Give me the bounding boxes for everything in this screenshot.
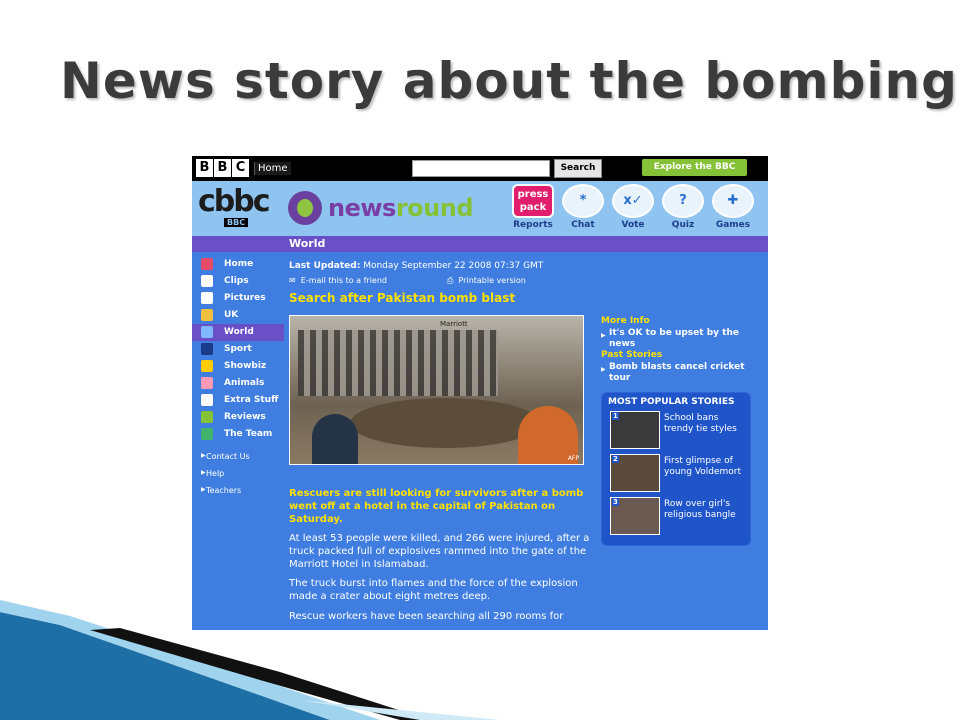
star-icon [201, 360, 213, 372]
sidebar-item-world[interactable]: World [192, 324, 284, 341]
search-button[interactable]: Search [554, 159, 602, 178]
article-paragraph: At least 53 people were killed, and 266 … [289, 533, 590, 570]
section-title: World [289, 237, 326, 250]
article-tools: ✉ E-mail this to a friend ⎙ Printable ve… [289, 276, 599, 287]
cbbc-logo[interactable]: cbbc BBC [198, 184, 271, 230]
article-paragraph: The truck burst into flames and the forc… [289, 578, 578, 602]
explore-bbc-button[interactable]: Explore the BBC [642, 159, 747, 176]
article-headline: Search after Pakistan bomb blast [289, 291, 516, 305]
sidebar-item-showbiz[interactable]: Showbiz [192, 358, 284, 375]
nav-chat[interactable]: * Chat [560, 184, 606, 230]
clips-icon [201, 275, 213, 287]
popular-story[interactable]: 3 Row over girl's religious bangle [610, 497, 750, 535]
arrow-right-icon: ▶ [601, 366, 606, 373]
bbc-logo-letter: B [196, 159, 213, 177]
arrow-right-icon: ▶ [201, 469, 206, 476]
more-info-heading: More Info [601, 316, 650, 326]
story-title: School bans trendy tie styles [664, 413, 737, 434]
popular-story[interactable]: 2 First glimpse of young Voldemort [610, 454, 750, 492]
article: Last Updated: Monday September 22 2008 0… [289, 261, 599, 622]
sidebar-item-pictures[interactable]: Pictures [192, 290, 284, 307]
games-icon: ✚ [712, 184, 754, 218]
slide-title: News story about the bombing [60, 52, 958, 110]
bbc-newsround-screenshot: B B C Home Search Explore the BBC cbbc B… [192, 156, 768, 630]
sidebar-item-animals[interactable]: Animals [192, 375, 284, 392]
email-link[interactable]: ✉ E-mail this to a friend [289, 276, 387, 285]
rescuer-figure [312, 414, 358, 464]
arrow-right-icon: ▶ [601, 332, 606, 339]
bomb-crater [350, 398, 540, 448]
newsround-wordmark[interactable]: newsround [328, 194, 474, 222]
arrow-right-icon: ▶ [201, 452, 206, 459]
story-title: First glimpse of young Voldemort [664, 456, 742, 477]
hotel-sign: Marriott [440, 320, 468, 328]
nav-label: Reports [513, 220, 553, 230]
story-thumbnail: 2 [610, 454, 660, 492]
past-stories-link[interactable]: ▶ Bomb blasts cancel cricket tour [601, 362, 756, 384]
vote-icon: x✓ [612, 184, 654, 218]
sidebar-item-sport[interactable]: Sport [192, 341, 284, 358]
sidebar-nav: Home Clips Pictures UK World Sport Showb… [192, 256, 284, 500]
sidebar-item-the-team[interactable]: The Team [192, 426, 284, 443]
cbbc-logo-sub: BBC [224, 218, 249, 227]
nav-vote[interactable]: x✓ Vote [610, 184, 656, 230]
sidebar-item-reviews[interactable]: Reviews [192, 409, 284, 426]
quiz-icon: ? [662, 184, 704, 218]
most-popular-title: MOST POPULAR STORIES [608, 397, 735, 407]
uk-icon [201, 309, 213, 321]
nav-label: Vote [621, 220, 645, 230]
most-popular-box: MOST POPULAR STORIES 1 School bans trend… [601, 392, 751, 546]
sport-icon [201, 343, 213, 355]
story-thumbnail: 3 [610, 497, 660, 535]
last-updated: Last Updated: Monday September 22 2008 0… [289, 261, 544, 271]
nav-games[interactable]: ✚ Games [710, 184, 756, 230]
sidebar-link-contact[interactable]: ▶ Contact Us [192, 449, 284, 466]
story-title: Row over girl's religious bangle [664, 499, 736, 520]
bbc-logo-letter: C [232, 159, 249, 177]
sidebar-link-help[interactable]: ▶ Help [192, 466, 284, 483]
nav-label: Quiz [671, 220, 695, 230]
sidebar-item-home[interactable]: Home [192, 256, 284, 273]
cbbc-logo-text: cbbc [198, 184, 271, 219]
nav-reports[interactable]: press pack Reports [510, 184, 556, 230]
newsround-header: cbbc BBC newsround press pack Reports * … [192, 181, 768, 236]
bbc-home-link[interactable]: Home [254, 162, 291, 175]
nav-label: Games [715, 220, 751, 230]
header-nav: press pack Reports * Chat x✓ Vote ? Quiz… [510, 184, 756, 230]
arrow-right-icon: ▶ [201, 486, 206, 493]
related-links: More Info ▶ It's OK to be upset by the ne… [601, 316, 756, 384]
sidebar-item-clips[interactable]: Clips [192, 273, 284, 290]
sidebar-item-uk[interactable]: UK [192, 307, 284, 324]
past-stories-heading: Past Stories [601, 350, 663, 360]
bbc-top-bar: B B C Home Search Explore the BBC [192, 156, 768, 181]
nav-label: Chat [571, 220, 595, 230]
globe-icon [201, 326, 213, 338]
bbc-logo[interactable]: B B C [196, 159, 249, 177]
nav-quiz[interactable]: ? Quiz [660, 184, 706, 230]
article-paragraph: Rescue workers have been searching all 2… [289, 611, 564, 622]
newsround-logo-icon [288, 191, 322, 225]
press-pack-icon: press pack [512, 184, 554, 218]
hotel-building [298, 330, 498, 396]
reviews-icon [201, 411, 213, 423]
search-input[interactable] [412, 160, 550, 177]
team-icon [201, 428, 213, 440]
story-thumbnail: 1 [610, 411, 660, 449]
sidebar-item-extra-stuff[interactable]: Extra Stuff [192, 392, 284, 409]
section-bar: World [192, 236, 768, 252]
photo-credit: AFP [567, 455, 579, 462]
popular-story[interactable]: 1 School bans trendy tie styles [610, 411, 750, 449]
bbc-logo-letter: B [214, 159, 231, 177]
more-info-link[interactable]: ▶ It's OK to be upset by the news [601, 328, 756, 350]
home-icon [201, 258, 213, 270]
sidebar-link-teachers[interactable]: ▶ Teachers [192, 483, 284, 500]
bulb-icon [201, 394, 213, 406]
article-lead: Rescuers are still looking for survivors… [289, 488, 584, 525]
article-photo: Marriott AFP [289, 315, 584, 465]
print-link[interactable]: ⎙ Printable version [447, 276, 526, 286]
chat-icon: * [562, 184, 604, 218]
animal-icon [201, 377, 213, 389]
camera-icon [201, 292, 213, 304]
